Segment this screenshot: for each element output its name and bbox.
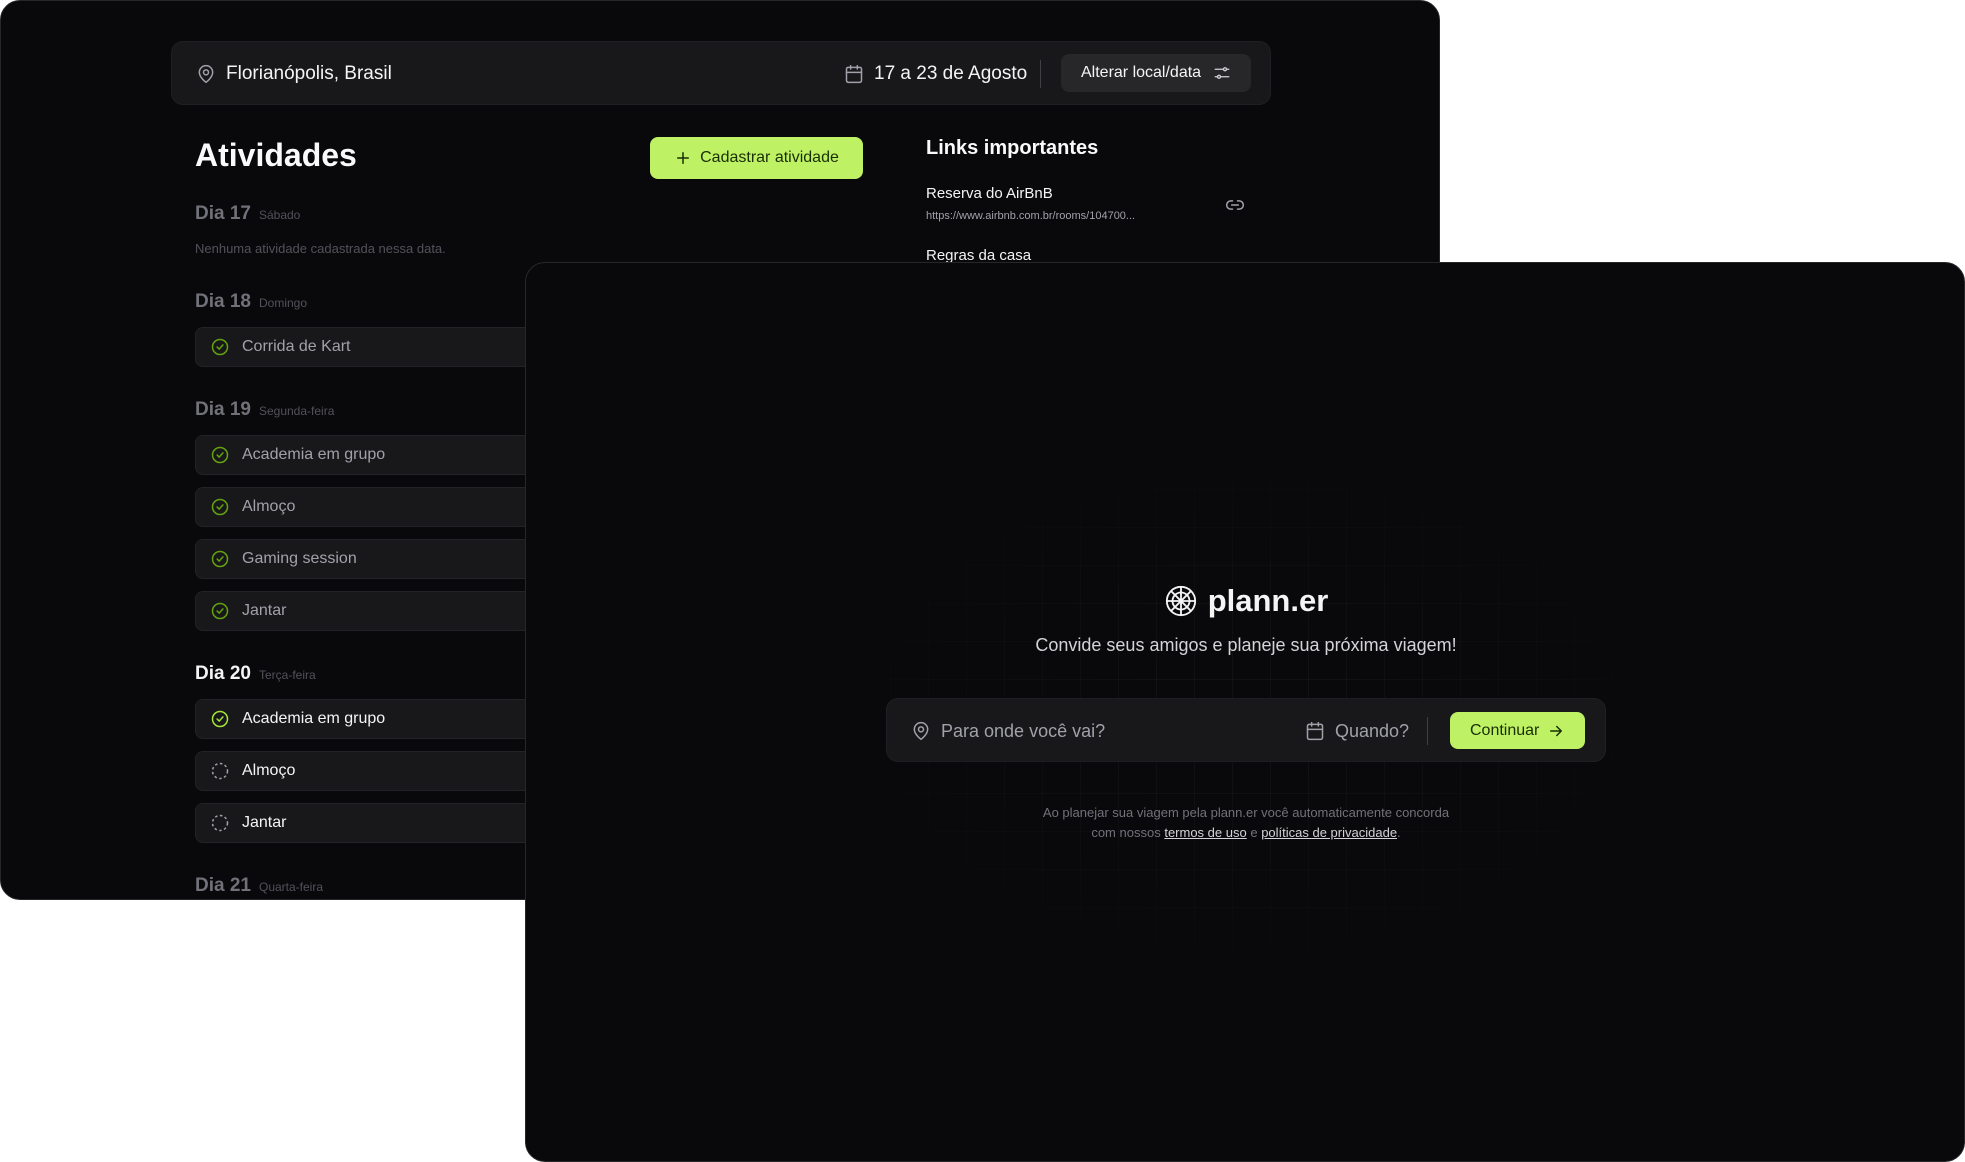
circle-dashed-icon	[210, 813, 230, 833]
map-pin-icon	[196, 64, 216, 84]
tagline: Convide seus amigos e planeje sua próxim…	[1035, 635, 1457, 655]
activity-name: Jantar	[242, 814, 287, 831]
day-label: Dia 19	[195, 399, 251, 420]
day-weekday: Quarta-feira	[258, 880, 324, 894]
circle-dashed-icon	[210, 761, 230, 781]
day-heading: Dia 20 Terça-feira	[195, 663, 316, 685]
map-pin-icon	[911, 721, 931, 741]
circle-check-icon	[210, 549, 230, 569]
activities-title: Atividades	[195, 137, 357, 173]
day-weekday: Segunda-feira	[258, 404, 335, 418]
activity-name: Jantar	[242, 602, 287, 619]
link-name: Reserva do AirBnB	[926, 185, 1053, 202]
link-url[interactable]: https://www.airbnb.com.br/rooms/104700..…	[926, 210, 1166, 222]
trip-search-bar: Para onde você vai? Quando? Continuar	[886, 698, 1606, 762]
circle-check-icon	[210, 601, 230, 621]
day-label: Dia 18	[195, 291, 251, 312]
arrow-right-icon	[1547, 722, 1565, 740]
day-heading: Dia 21 Quarta-feira	[195, 875, 323, 897]
change-location-date-button[interactable]: Alterar local/data	[1061, 54, 1252, 92]
link-icon[interactable]	[1225, 195, 1245, 215]
day-weekday: Terça-feira	[258, 668, 316, 682]
add-activity-label: Cadastrar atividade	[700, 149, 839, 166]
terms-link[interactable]: termos de uso	[1164, 825, 1246, 840]
continue-button[interactable]: Continuar	[1450, 712, 1586, 749]
destination-input[interactable]: Para onde você vai?	[911, 699, 1105, 763]
day-label: Dia 21	[195, 875, 251, 896]
legal-line-1: Ao planejar sua viagem pela plann.er voc…	[1042, 805, 1450, 820]
destination-placeholder: Para onde você vai?	[941, 720, 1106, 741]
continue-label: Continuar	[1470, 721, 1540, 739]
create-trip-screen: plann.er Convide seus amigos e planeje s…	[525, 262, 1965, 1162]
day-weekday: Domingo	[258, 296, 308, 310]
trip-location: Florianópolis, Brasil	[196, 42, 392, 106]
plus-icon	[674, 149, 692, 167]
when-placeholder: Quando?	[1335, 720, 1410, 741]
legal-conjunction: e	[1250, 825, 1258, 840]
circle-check-icon	[210, 709, 230, 729]
trip-header: Florianópolis, Brasil 17 a 23 de Agosto …	[171, 41, 1271, 105]
legal-suffix: .	[1397, 825, 1401, 840]
activity-name: Academia em grupo	[242, 446, 386, 463]
circle-check-icon	[210, 497, 230, 517]
day-heading: Dia 19 Segunda-feira	[195, 399, 334, 421]
circle-check-icon	[210, 445, 230, 465]
add-activity-button[interactable]: Cadastrar atividade	[650, 137, 863, 179]
circle-check-icon	[210, 337, 230, 357]
logo: plann.er	[526, 583, 1964, 619]
globe-icon	[1164, 584, 1198, 618]
activity-name: Gaming session	[242, 550, 357, 567]
settings-icon	[1213, 64, 1231, 82]
legal-prefix: com nossos	[1091, 825, 1161, 840]
trip-location-label: Florianópolis, Brasil	[226, 63, 392, 84]
trip-dates: 17 a 23 de Agosto	[844, 42, 1027, 106]
calendar-icon	[1305, 721, 1325, 741]
privacy-link[interactable]: políticas de privacidade	[1261, 825, 1397, 840]
day-heading: Dia 18 Domingo	[195, 291, 307, 313]
activity-name: Academia em grupo	[242, 710, 386, 727]
legal-line-2: com nossos termos de uso e políticas de …	[526, 823, 1964, 843]
empty-activities-text: Nenhuma atividade cadastrada nessa data.	[195, 241, 446, 256]
change-location-date-label: Alterar local/data	[1081, 64, 1202, 81]
search-divider	[1427, 717, 1428, 745]
logo-text: plann.er	[1207, 583, 1329, 618]
day-label: Dia 20	[195, 663, 251, 684]
activity-name: Corrida de Kart	[242, 338, 351, 355]
day-heading: Dia 17 Sábado	[195, 203, 300, 225]
calendar-icon	[844, 64, 864, 84]
header-divider	[1040, 60, 1041, 88]
legal-notice: Ao planejar sua viagem pela plann.er voc…	[526, 803, 1964, 843]
important-links-title: Links importantes	[926, 137, 1099, 159]
when-input[interactable]: Quando?	[1305, 699, 1409, 763]
day-weekday: Sábado	[258, 208, 301, 222]
activity-name: Almoço	[242, 762, 296, 779]
trip-dates-label: 17 a 23 de Agosto	[874, 63, 1028, 84]
activity-name: Almoço	[242, 498, 296, 515]
link-item[interactable]: Reserva do AirBnB https://www.airbnb.com…	[926, 185, 1166, 222]
day-label: Dia 17	[195, 203, 251, 224]
